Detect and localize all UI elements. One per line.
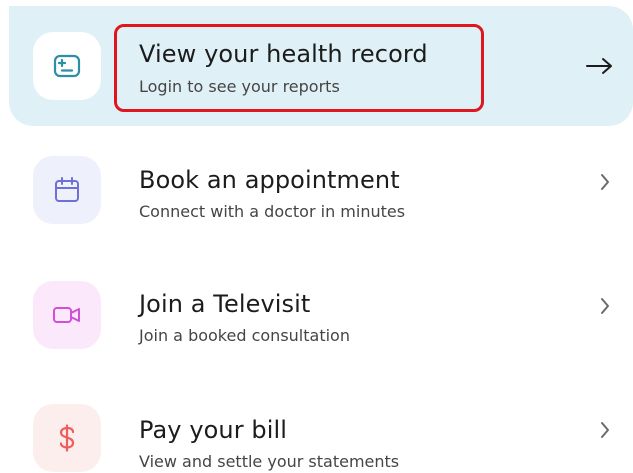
menu-item-subtitle: Join a booked consultation — [139, 326, 350, 345]
menu-item-book-appointment[interactable]: Book an appointment Connect with a docto… — [9, 132, 633, 242]
chevron-right-icon[interactable] — [599, 296, 611, 316]
chevron-right-icon[interactable] — [599, 172, 611, 192]
menu-item-televisit[interactable]: Join a Televisit Join a booked consultat… — [9, 256, 633, 366]
menu-item-title: Book an appointment — [139, 166, 400, 194]
video-camera-icon-tile — [33, 281, 101, 349]
menu-item-title: Pay your bill — [139, 416, 288, 444]
dollar-icon-tile — [33, 404, 101, 472]
video-camera-icon — [53, 307, 80, 323]
dollar-icon — [59, 424, 75, 452]
calendar-icon-tile — [33, 156, 101, 224]
health-record-icon — [53, 54, 81, 78]
menu-item-title: Join a Televisit — [139, 290, 311, 318]
menu-item-subtitle: Login to see your reports — [139, 77, 340, 96]
menu-item-title: View your health record — [139, 40, 428, 68]
menu-item-subtitle: View and settle your statements — [139, 452, 400, 471]
menu-item-pay-bill[interactable]: Pay your bill View and settle your state… — [9, 380, 633, 473]
menu-item-subtitle: Connect with a doctor in minutes — [139, 202, 406, 221]
health-record-icon-tile — [33, 32, 101, 100]
arrow-right-icon[interactable] — [585, 56, 615, 76]
calendar-icon — [55, 177, 79, 202]
chevron-right-icon[interactable] — [599, 420, 611, 440]
menu-item-health-record[interactable]: View your health record Login to see you… — [9, 6, 633, 126]
